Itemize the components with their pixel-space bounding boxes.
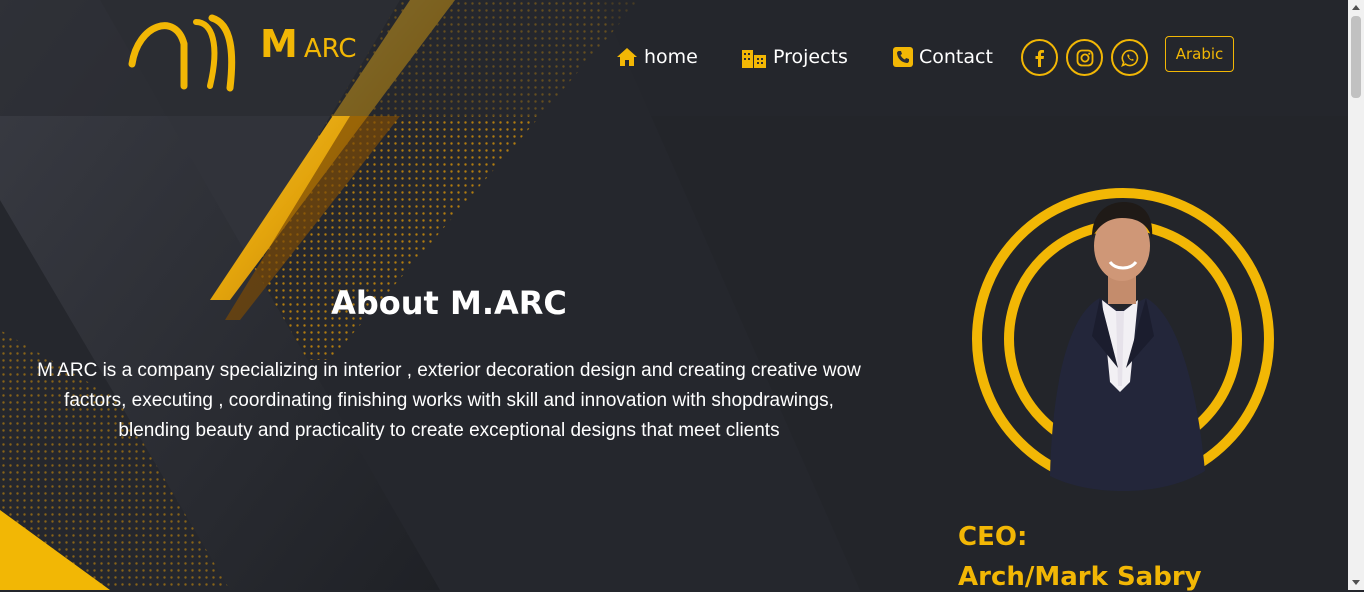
instagram-link[interactable] <box>1066 39 1103 76</box>
instagram-icon <box>1076 49 1093 66</box>
facebook-link[interactable] <box>1021 39 1058 76</box>
language-button[interactable]: Arabic <box>1165 36 1234 72</box>
nav-projects-label: Projects <box>773 46 848 68</box>
scroll-up-arrow-icon[interactable] <box>1348 0 1364 16</box>
whatsapp-icon <box>1120 49 1138 67</box>
whatsapp-link[interactable] <box>1111 39 1148 76</box>
scrollbar-thumb[interactable] <box>1351 16 1361 98</box>
navbar: M ARC home Projects Contact Arabic <box>0 0 1348 116</box>
brand-rest: ARC <box>303 34 357 64</box>
about-line-2: factors, executing , coordinating finish… <box>64 390 834 411</box>
about-description: M ARC is a company specializing in inter… <box>30 356 868 446</box>
nav-contact-label: Contact <box>919 46 993 68</box>
nav-home-link[interactable]: home <box>616 42 698 72</box>
ceo-photo <box>972 188 1274 491</box>
phone-icon <box>893 47 913 67</box>
about-line-3: blending beauty and practicality to crea… <box>118 420 780 441</box>
about-line-1: M ARC is a company specializing in inter… <box>37 360 861 381</box>
logo-mark <box>128 14 236 92</box>
nav-projects-link[interactable]: Projects <box>741 42 848 72</box>
nav-contact-link[interactable]: Contact <box>893 42 993 72</box>
ceo-label: CEO: <box>958 522 1028 552</box>
nav-home-label: home <box>644 46 698 68</box>
facebook-icon <box>1035 49 1044 67</box>
about-title: About M.ARC <box>331 284 567 322</box>
brand-logo-text[interactable]: M ARC <box>260 22 357 66</box>
home-icon <box>617 48 637 66</box>
scroll-down-arrow-icon[interactable] <box>1348 574 1364 590</box>
ceo-name: Arch/Mark Sabry <box>958 562 1202 592</box>
brand-initial: M <box>260 22 298 66</box>
buildings-icon <box>742 50 766 68</box>
